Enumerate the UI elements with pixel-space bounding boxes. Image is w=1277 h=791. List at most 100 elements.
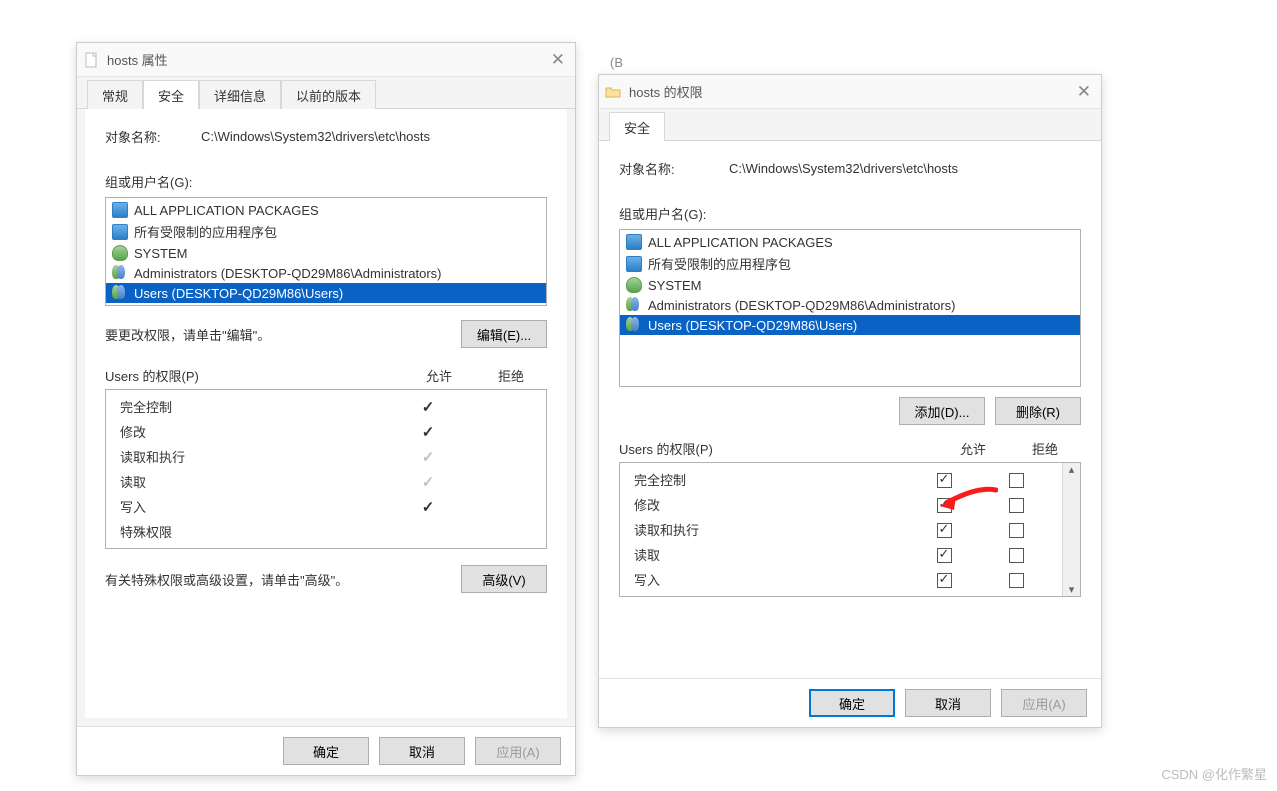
permission-name: 写入 <box>120 497 392 516</box>
principal-item[interactable]: ALL APPLICATION PACKAGES <box>106 200 546 220</box>
principal-item[interactable]: SYSTEM <box>106 243 546 263</box>
principal-label: 所有受限制的应用程序包 <box>134 222 277 241</box>
package-icon <box>626 234 642 250</box>
tab-general[interactable]: 常规 <box>87 80 143 109</box>
security-panel: 对象名称: C:\Windows\System32\drivers\etc\ho… <box>599 141 1101 678</box>
principal-label: Users (DESKTOP-QD29M86\Users) <box>648 318 857 333</box>
permission-row: 读取和执行 <box>620 517 1062 542</box>
add-button[interactable]: 添加(D)... <box>899 397 985 425</box>
permission-row: 修改 <box>620 492 1062 517</box>
cancel-button[interactable]: 取消 <box>905 689 991 717</box>
edit-button[interactable]: 编辑(E)... <box>461 320 547 348</box>
perm-header-allow: 允许 <box>937 439 1009 458</box>
permission-row: 读取 <box>620 542 1062 567</box>
folder-icon <box>605 84 621 100</box>
advanced-hint: 有关特殊权限或高级设置，请单击"高级"。 <box>105 570 348 589</box>
package-icon <box>626 256 642 272</box>
titlebar[interactable]: hosts 的权限 ✕ <box>599 75 1101 109</box>
permission-name: 读取和执行 <box>120 447 392 466</box>
principal-label: SYSTEM <box>134 246 187 261</box>
permission-name: 读取 <box>120 472 392 491</box>
deny-checkbox[interactable] <box>1009 498 1024 513</box>
perm-header-name: Users 的权限(P) <box>619 439 937 458</box>
permissions-dialog: hosts 的权限 ✕ 安全 对象名称: C:\Windows\System32… <box>598 74 1102 728</box>
window-title: hosts 属性 <box>107 50 168 69</box>
allow-indicator <box>392 398 464 416</box>
permission-name: 特殊权限 <box>120 522 392 541</box>
principal-label: Administrators (DESKTOP-QD29M86\Administ… <box>648 298 956 313</box>
principal-item[interactable]: Users (DESKTOP-QD29M86\Users) <box>620 315 1080 335</box>
dialog-footer: 确定 取消 应用(A) <box>599 678 1101 727</box>
principal-item[interactable]: Users (DESKTOP-QD29M86\Users) <box>106 283 546 303</box>
permission-name: 修改 <box>634 495 908 514</box>
allow-indicator <box>392 423 464 441</box>
ok-button[interactable]: 确定 <box>283 737 369 765</box>
allow-checkbox[interactable] <box>937 523 952 538</box>
principal-item[interactable]: 所有受限制的应用程序包 <box>106 220 546 243</box>
tab-row: 常规 安全 详细信息 以前的版本 <box>77 77 575 109</box>
permission-name: 写入 <box>634 570 908 589</box>
perm-header-allow: 允许 <box>403 366 475 385</box>
principal-item[interactable]: ALL APPLICATION PACKAGES <box>620 232 1080 252</box>
object-name-label: 对象名称: <box>619 159 729 178</box>
permission-row: 读取 <box>106 469 546 494</box>
apply-button[interactable]: 应用(A) <box>1001 689 1087 717</box>
allow-checkbox[interactable] <box>937 548 952 563</box>
principal-list[interactable]: ALL APPLICATION PACKAGES 所有受限制的应用程序包SYSTE… <box>619 229 1081 387</box>
window-title: hosts 的权限 <box>629 82 703 101</box>
allow-indicator <box>392 473 464 491</box>
close-icon[interactable]: ✕ <box>529 50 569 70</box>
permission-row: 完全控制 <box>106 394 546 419</box>
file-icon <box>83 52 99 68</box>
remove-button[interactable]: 删除(R) <box>995 397 1081 425</box>
permission-name: 读取和执行 <box>634 520 908 539</box>
principal-item[interactable]: SYSTEM <box>620 275 1080 295</box>
principal-list[interactable]: ALL APPLICATION PACKAGES 所有受限制的应用程序包 SYSTE… <box>105 197 547 306</box>
permission-row: 读取和执行 <box>106 444 546 469</box>
deny-checkbox[interactable] <box>1009 473 1024 488</box>
permission-row: 写入 <box>620 567 1062 592</box>
properties-dialog: hosts 属性 ✕ 常规 安全 详细信息 以前的版本 对象名称: C:\Win… <box>76 42 576 776</box>
advanced-button[interactable]: 高级(V) <box>461 565 547 593</box>
allow-checkbox[interactable] <box>937 573 952 588</box>
package-icon <box>112 224 128 240</box>
allow-checkbox[interactable] <box>937 498 952 513</box>
object-path: C:\Windows\System32\drivers\etc\hosts <box>201 129 430 144</box>
principal-label: Users (DESKTOP-QD29M86\Users) <box>134 286 343 301</box>
tab-previous-versions[interactable]: 以前的版本 <box>281 80 376 109</box>
principal-item[interactable]: Administrators (DESKTOP-QD29M86\Administ… <box>106 263 546 283</box>
scroll-down-icon[interactable]: ▾ <box>1069 583 1075 596</box>
ok-button[interactable]: 确定 <box>809 689 895 717</box>
cancel-button[interactable]: 取消 <box>379 737 465 765</box>
scroll-up-icon[interactable]: ▴ <box>1069 463 1075 476</box>
deny-checkbox[interactable] <box>1009 548 1024 563</box>
tab-details[interactable]: 详细信息 <box>199 80 281 109</box>
principal-label: Administrators (DESKTOP-QD29M86\Administ… <box>134 266 442 281</box>
scrollbar[interactable]: ▴ ▾ <box>1062 463 1080 596</box>
user-icon <box>112 245 128 261</box>
perm-header-deny: 拒绝 <box>1009 439 1081 458</box>
dialog-footer: 确定 取消 应用(A) <box>77 726 575 775</box>
principal-item[interactable]: Administrators (DESKTOP-QD29M86\Administ… <box>620 295 1080 315</box>
object-name-label: 对象名称: <box>105 127 201 146</box>
perm-header-name: Users 的权限(P) <box>105 366 403 385</box>
tab-security[interactable]: 安全 <box>609 112 665 141</box>
group-icon <box>112 265 128 281</box>
principal-label: ALL APPLICATION PACKAGES <box>648 235 833 250</box>
principal-item[interactable]: 所有受限制的应用程序包 <box>620 252 1080 275</box>
permission-list: 完全控制修改读取和执行读取写入特殊权限 <box>105 389 547 549</box>
apply-button[interactable]: 应用(A) <box>475 737 561 765</box>
permission-name: 修改 <box>120 422 392 441</box>
permission-row: 写入 <box>106 494 546 519</box>
permission-row: 特殊权限 <box>106 519 546 544</box>
close-icon[interactable]: ✕ <box>1055 82 1095 102</box>
deny-checkbox[interactable] <box>1009 523 1024 538</box>
permission-list: 完全控制修改读取和执行读取写入 ▴ ▾ <box>619 462 1081 597</box>
allow-checkbox[interactable] <box>937 473 952 488</box>
package-icon <box>112 202 128 218</box>
tab-security[interactable]: 安全 <box>143 80 199 109</box>
security-panel: 对象名称: C:\Windows\System32\drivers\etc\ho… <box>85 109 567 718</box>
titlebar[interactable]: hosts 属性 ✕ <box>77 43 575 77</box>
deny-checkbox[interactable] <box>1009 573 1024 588</box>
permission-name: 读取 <box>634 545 908 564</box>
